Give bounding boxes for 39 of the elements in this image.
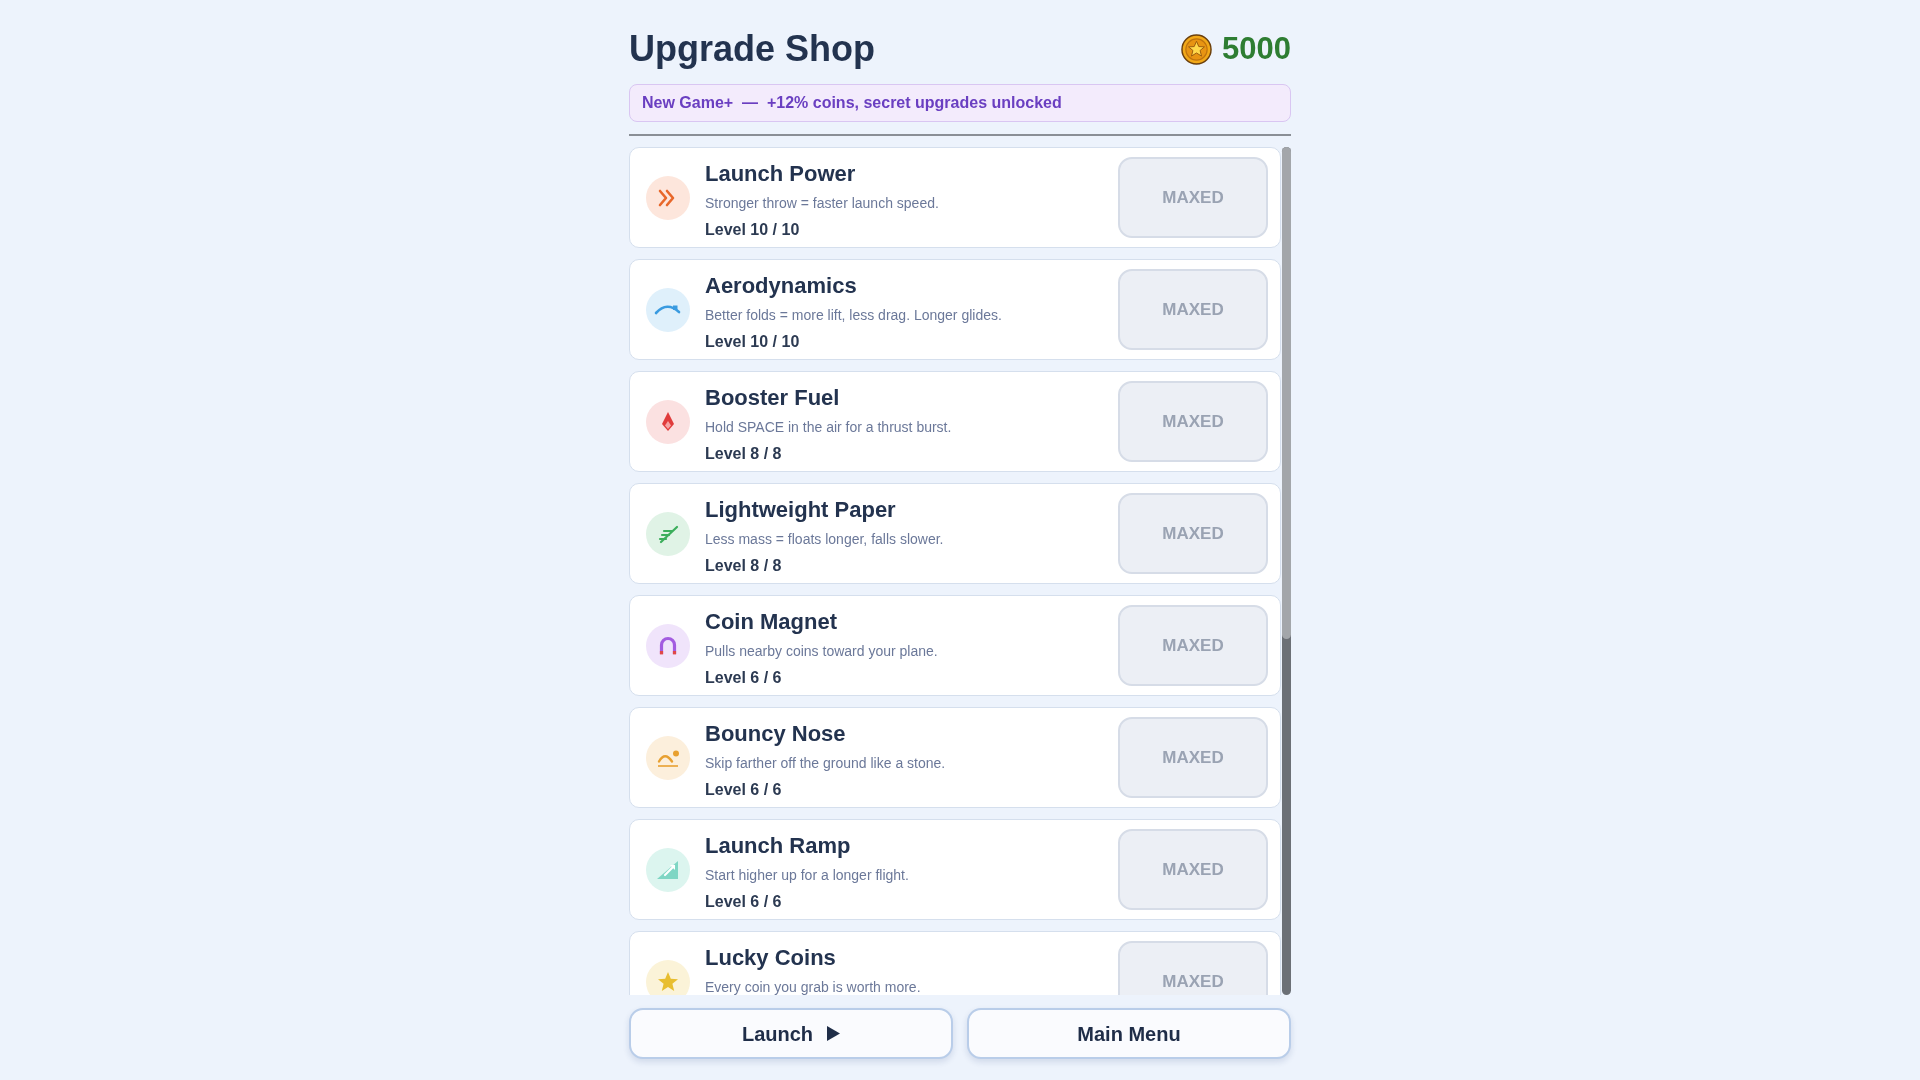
upgrade-name: Coin Magnet — [705, 608, 838, 636]
page-title: Upgrade Shop — [629, 27, 875, 71]
upgrade-level: Level 6 / 6 — [705, 780, 783, 800]
upgrade-level: Level 6 / 6 — [705, 668, 783, 688]
upgrade-level: Level 10 / 10 — [705, 220, 801, 240]
ramp-icon — [646, 847, 690, 892]
banner-text: New Game+ — +12% coins, secret upgrades unlocked — [642, 93, 1062, 113]
scrollbar[interactable] — [1282, 147, 1291, 995]
upgrade-level: Level 6 / 6 — [705, 892, 783, 912]
upgrade-level: Level 8 / 8 — [705, 556, 783, 576]
upgrade-name: Launch Ramp — [705, 832, 852, 860]
upgrade-description: Skip farther off the ground like a stone. — [705, 754, 947, 773]
upgrade-name: Booster Fuel — [705, 384, 841, 412]
upgrade-name: Lightweight Paper — [705, 496, 897, 524]
play-icon — [827, 1026, 841, 1041]
upgrade-description: Start higher up for a longer flight. — [705, 866, 910, 885]
upgrade-name: Launch Power — [705, 160, 857, 188]
upgrade-level: Level 8 / 8 — [705, 444, 783, 464]
menu-button[interactable]: Main Menu — [967, 1008, 1291, 1059]
magnet-icon — [646, 623, 690, 668]
star-icon — [646, 959, 690, 995]
upgrade-description: Every coin you grab is worth more. — [705, 978, 922, 995]
bounce-arc-icon — [646, 735, 690, 780]
flame-icon — [646, 399, 690, 444]
upgrade-name: Aerodynamics — [705, 272, 858, 300]
upgrade-name: Bouncy Nose — [705, 720, 847, 748]
feather-icon — [646, 511, 690, 556]
coin-icon — [1181, 33, 1213, 65]
double-chevron-icon — [646, 175, 690, 220]
upgrade-description: Less mass = floats longer, falls slower. — [705, 530, 945, 549]
launch-button[interactable]: Launch — [629, 1008, 953, 1059]
arc-icon — [646, 287, 690, 332]
coin-balance: 5000 — [1222, 30, 1291, 68]
upgrade-description: Hold SPACE in the air for a thrust burst. — [705, 418, 953, 437]
upgrade-level: Level 10 / 10 — [705, 332, 801, 352]
upgrade-name: Lucky Coins — [705, 944, 837, 972]
upgrade-description: Stronger throw = faster launch speed. — [705, 194, 940, 213]
upgrade-description: Better folds = more lift, less drag. Longer glides. — [705, 306, 1003, 325]
upgrade-description: Pulls nearby coins toward your plane. — [705, 642, 939, 661]
